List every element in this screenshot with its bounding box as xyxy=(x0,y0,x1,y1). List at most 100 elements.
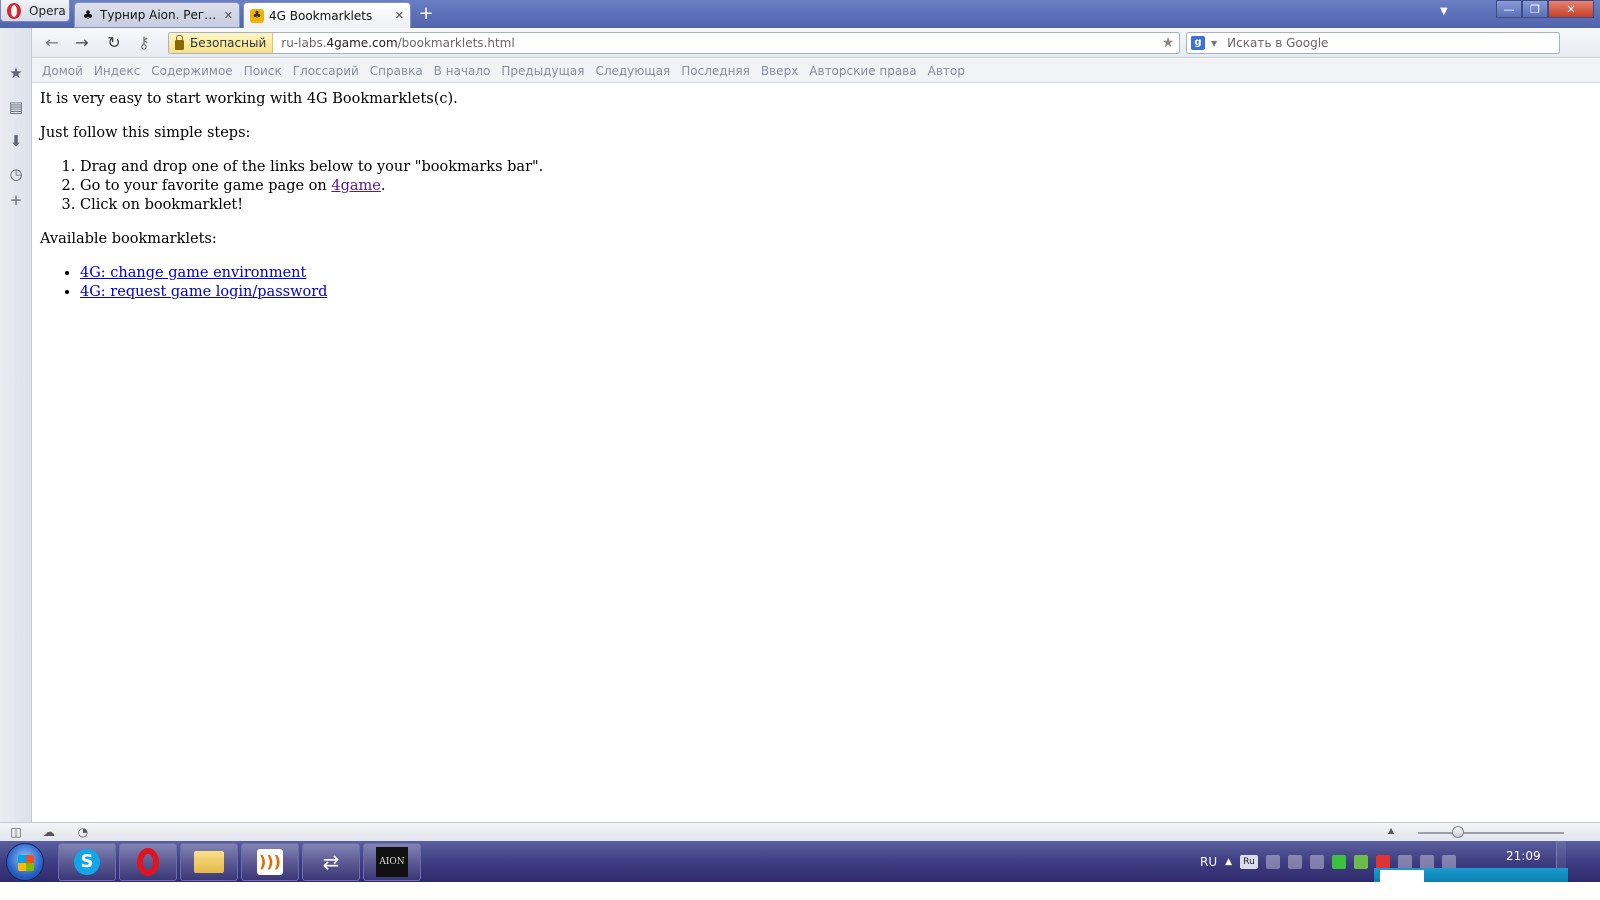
language-indicator[interactable]: RU xyxy=(1200,855,1217,869)
bookmarklets-list: 4G: change game environment 4G: request … xyxy=(80,264,1580,302)
nav-link-author[interactable]: Автор xyxy=(928,64,965,78)
search-engine-dropdown-icon[interactable]: ▼ xyxy=(1211,39,1217,48)
page-content: It is very easy to start working with 4G… xyxy=(40,90,1580,317)
tab-aion-tournament[interactable]: ♣ Турнир Aion. Регистр... ✕ xyxy=(74,2,240,28)
taskbar-feed-reader[interactable]: ))) xyxy=(241,843,299,881)
back-arrow-icon[interactable]: ← xyxy=(40,32,64,54)
unite-cloud-icon[interactable]: ☁ xyxy=(42,825,56,839)
bookmarklet-request-login-link[interactable]: 4G: request game login/password xyxy=(80,284,327,300)
antivirus-icon[interactable] xyxy=(1332,854,1347,869)
status-bar: ◫ ☁ ◔ ▲ xyxy=(0,822,1600,841)
step2-text: Go to your favorite game page on xyxy=(80,178,332,194)
key-icon[interactable]: ⚷ xyxy=(132,32,156,54)
nav-link-home[interactable]: Домой xyxy=(42,64,83,78)
clover-favicon-icon: ♣ xyxy=(250,8,264,23)
steps-list: Drag and drop one of the links below to … xyxy=(80,158,1580,215)
zoom-slider-track[interactable] xyxy=(1418,832,1564,834)
taskbar-skype[interactable]: S xyxy=(58,843,116,881)
nav-link-glossary[interactable]: Глоссарий xyxy=(293,64,359,78)
step-item: Go to your favorite game page on 4game. xyxy=(80,177,1580,196)
tray-app-icon[interactable] xyxy=(1354,854,1369,869)
nav-link-first[interactable]: В начало xyxy=(434,64,491,78)
tab-close-icon[interactable]: ✕ xyxy=(224,9,233,22)
new-tab-button[interactable]: + xyxy=(416,4,436,24)
nav-link-copyright[interactable]: Авторские права xyxy=(809,64,916,78)
taskbar-explorer[interactable] xyxy=(180,843,238,881)
list-item: 4G: change game environment xyxy=(80,264,1580,283)
taskbar-opera[interactable] xyxy=(119,843,177,881)
nav-link-up[interactable]: Вверх xyxy=(761,64,798,78)
steps-heading: Just follow this simple steps: xyxy=(40,125,251,141)
bookmarklet-change-environment-link[interactable]: 4G: change game environment xyxy=(80,265,306,281)
url-text[interactable]: ru-labs.4game.com/bookmarklets.html xyxy=(273,36,1157,50)
side-panel: ★ ▤ ⬇ ◷ + xyxy=(0,28,32,822)
volume-icon[interactable] xyxy=(1398,854,1413,869)
nav-link-help[interactable]: Справка xyxy=(370,64,423,78)
forward-arrow-icon[interactable]: → xyxy=(70,32,94,54)
reload-icon[interactable]: ↻ xyxy=(102,32,126,54)
search-field[interactable]: g ▼ Искать в Google xyxy=(1186,32,1560,54)
nav-link-index[interactable]: Индекс xyxy=(94,64,140,78)
notification-popup[interactable] xyxy=(1374,868,1568,882)
url-path: /bookmarklets.html xyxy=(397,36,515,50)
bookmark-star-icon[interactable]: ★ xyxy=(1157,35,1179,51)
nav-link-next[interactable]: Следующая xyxy=(595,64,670,78)
google-icon[interactable]: g xyxy=(1191,36,1205,50)
taskbar-aion[interactable]: AION xyxy=(363,843,421,881)
rss-icon: ))) xyxy=(257,849,283,875)
available-heading: Available bookmarklets: xyxy=(40,231,217,247)
yandex-icon[interactable] xyxy=(1376,854,1391,869)
tab-title: 4G Bookmarklets xyxy=(269,8,373,23)
network-icon: ⇄ xyxy=(322,850,340,874)
nav-link-previous[interactable]: Предыдущая xyxy=(501,64,584,78)
tray-app-icon[interactable] xyxy=(1288,854,1303,869)
windows-taskbar: S ))) ⇄ AION RU ▲ Ru 21:09 xyxy=(0,841,1600,882)
action-center-flag-icon[interactable] xyxy=(1310,854,1325,869)
panel-toggle-icon[interactable]: ◫ xyxy=(9,825,23,839)
maximize-button[interactable]: ❐ xyxy=(1522,0,1548,18)
clover-favicon-icon: ♣ xyxy=(82,8,94,22)
notes-icon[interactable]: ▤ xyxy=(7,98,25,116)
zoom-slider-handle[interactable] xyxy=(1452,826,1464,838)
network-tray-icon[interactable] xyxy=(1420,854,1435,869)
step2-suffix: . xyxy=(380,178,386,194)
tray-app-icon[interactable] xyxy=(1442,854,1457,869)
opera-menu-button[interactable]: Opera xyxy=(0,0,70,22)
tray-expand-icon[interactable]: ▲ xyxy=(1225,857,1232,867)
list-item: 4G: request game login/password xyxy=(80,283,1580,302)
step-item: Drag and drop one of the links below to … xyxy=(80,158,1580,177)
turbo-gauge-icon[interactable]: ◔ xyxy=(76,825,90,839)
bookmarks-star-icon[interactable]: ★ xyxy=(7,64,25,82)
tab-title: Турнир Aion. Регистр... xyxy=(100,8,219,22)
aion-icon: AION xyxy=(376,847,408,877)
zoom-menu-icon[interactable]: ▲ xyxy=(1388,826,1394,835)
history-clock-icon[interactable]: ◷ xyxy=(7,165,25,183)
title-bar: Opera ♣ Турнир Aion. Регистр... ✕ ♣ 4G B… xyxy=(0,0,1600,28)
step-item: Click on bookmarklet! xyxy=(80,196,1580,215)
minimize-button[interactable]: — xyxy=(1496,0,1522,18)
tray-app-icon[interactable] xyxy=(1266,854,1281,869)
window-controls: — ❐ ✕ xyxy=(1496,0,1594,18)
taskbar-network-app[interactable]: ⇄ xyxy=(302,843,360,881)
tab-4g-bookmarklets[interactable]: ♣ 4G Bookmarklets ✕ xyxy=(243,2,411,28)
skype-icon: S xyxy=(74,849,100,875)
nav-link-last[interactable]: Последняя xyxy=(681,64,750,78)
windows-start-button[interactable] xyxy=(6,843,44,881)
tab-close-icon[interactable]: ✕ xyxy=(395,9,404,22)
add-panel-icon[interactable]: + xyxy=(7,191,25,209)
nav-link-search[interactable]: Поиск xyxy=(244,64,282,78)
lang-badge-icon[interactable]: Ru xyxy=(1240,854,1259,869)
address-toolbar: ← → ↻ ⚷ Безопасный ru-labs.4game.com/boo… xyxy=(32,28,1600,58)
downloads-icon[interactable]: ⬇ xyxy=(7,132,25,150)
taskbar-clock[interactable]: 21:09 xyxy=(1506,849,1541,863)
address-field[interactable]: Безопасный ru-labs.4game.com/bookmarklet… xyxy=(168,32,1180,54)
url-domain: 4game.com xyxy=(326,36,398,50)
security-badge[interactable]: Безопасный xyxy=(169,33,274,53)
close-window-button[interactable]: ✕ xyxy=(1548,0,1594,18)
4game-link[interactable]: 4game xyxy=(331,178,380,194)
folder-icon xyxy=(194,851,224,873)
nav-link-contents[interactable]: Содержимое xyxy=(151,64,232,78)
opera-icon xyxy=(137,848,159,876)
tab-menu-chevron-icon[interactable]: ▼ xyxy=(1440,6,1448,17)
opera-menu-label: Opera xyxy=(29,3,66,18)
